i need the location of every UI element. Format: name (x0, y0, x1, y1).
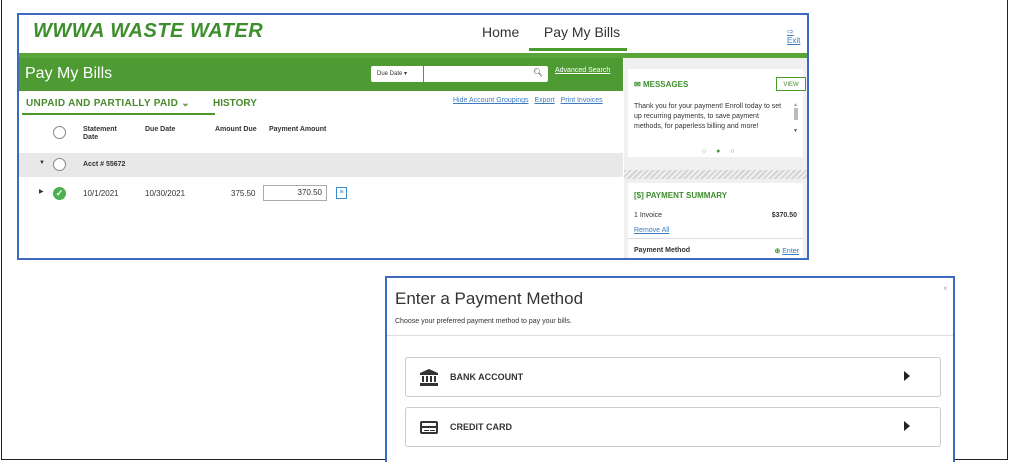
row-statement-date: 10/1/2021 (83, 189, 119, 198)
nav-pay-my-bills[interactable]: Pay My Bills (539, 24, 625, 46)
chevron-right-icon (904, 371, 910, 381)
section-divider (624, 170, 807, 179)
chevron-down-icon: ⌄ (181, 98, 190, 109)
exit-link[interactable]: ⇨ Exit (787, 27, 807, 45)
enter-payment-method-link[interactable]: ⊕ Enter (774, 247, 799, 255)
caret-right-icon[interactable]: ▶ (39, 188, 44, 195)
scroll-thumb[interactable] (794, 108, 798, 120)
print-invoices-link[interactable]: Print Invoices (561, 97, 603, 104)
scroll-down-icon[interactable]: ▼ (793, 128, 798, 134)
message-scrollbar[interactable]: ▲ ▼ (793, 102, 799, 136)
row-amount-due: 375.50 (231, 189, 256, 198)
credit-card-label: CREDIT CARD (450, 422, 512, 432)
credit-card-option[interactable]: CREDIT CARD (405, 407, 941, 447)
close-icon[interactable]: × (943, 284, 948, 293)
bank-account-label: BANK ACCOUNT (450, 372, 524, 382)
table-row: ▶ ✓ 10/1/2021 10/30/2021 375.50 370.50 ≡ (19, 183, 623, 205)
divider (628, 238, 803, 239)
carousel-dots[interactable]: ○ ● ○ (702, 148, 739, 155)
money-icon: [$] (634, 191, 646, 200)
modal-title: Enter a Payment Method (395, 289, 584, 308)
sort-select-value: Due Date (377, 71, 403, 77)
search-input[interactable]: 🔍︎ (424, 66, 548, 82)
messages-title: ✉ MESSAGES (634, 80, 688, 89)
nav-home[interactable]: Home (482, 24, 519, 40)
hide-account-groupings-link[interactable]: Hide Account Groupings (453, 97, 529, 104)
tab-active-indicator (22, 113, 215, 115)
top-navbar: WWWA WASTE WATER Home Pay My Bills ⇨ Exi… (19, 15, 807, 53)
bank-icon (420, 369, 438, 386)
col-amount-due: Amount Due (215, 126, 257, 133)
payment-summary-card: [$] PAYMENT SUMMARY 1 Invoice $370.50 Re… (628, 183, 803, 258)
envelope-icon: ✉ (634, 80, 643, 89)
table-actions: Hide Account Groupings Export Print Invo… (449, 97, 603, 104)
col-statement-date: Statement Date (83, 126, 117, 141)
payment-method-label: Payment Method (634, 247, 691, 254)
account-group-row[interactable]: ▼ Acct # 55672 (19, 153, 623, 177)
advanced-search-link[interactable]: Advanced Search (555, 67, 610, 74)
table-header: Statement Date Due Date Amount Due Payme… (19, 123, 623, 155)
chevron-down-icon: ▾ (404, 71, 408, 77)
message-text: Thank you for your payment! Enroll today… (634, 103, 782, 130)
chevron-right-icon (904, 421, 910, 431)
exit-icon: ⇨ (787, 27, 794, 36)
payment-summary-title-text: PAYMENT SUMMARY (646, 191, 728, 200)
divider (387, 335, 953, 336)
tab-unpaid-label: UNPAID AND PARTIALLY PAID (26, 98, 179, 109)
tab-history[interactable]: HISTORY (213, 98, 257, 109)
exit-label: Exit (787, 36, 801, 45)
account-checkbox[interactable] (53, 158, 66, 171)
export-link[interactable]: Export (534, 97, 554, 104)
check-icon[interactable]: ✓ (53, 187, 66, 200)
payment-method-modal: Enter a Payment Method × Choose your pre… (385, 276, 955, 462)
payment-amount-input[interactable]: 370.50 (263, 185, 327, 201)
view-messages-button[interactable]: VIEW (776, 77, 806, 91)
bank-account-option[interactable]: BANK ACCOUNT (405, 357, 941, 397)
caret-down-icon[interactable]: ▼ (39, 160, 45, 166)
view-invoice-icon[interactable]: ≡ (336, 187, 347, 199)
credit-card-icon (420, 421, 438, 434)
remove-all-link[interactable]: Remove All (634, 227, 669, 234)
account-number: Acct # 55672 (83, 161, 126, 168)
sort-select[interactable]: Due Date ▾ (371, 66, 423, 82)
payment-summary-title: [$] PAYMENT SUMMARY (634, 191, 727, 200)
messages-card: ✉ MESSAGES VIEW Thank you for your payme… (628, 69, 806, 157)
app-logo: WWWA WASTE WATER (33, 20, 263, 43)
col-due-date: Due Date (145, 126, 176, 133)
select-all-checkbox[interactable] (53, 126, 66, 139)
billing-portal-panel: WWWA WASTE WATER Home Pay My Bills ⇨ Exi… (17, 13, 809, 260)
right-sidebar: ✉ MESSAGES VIEW Thank you for your payme… (624, 58, 807, 258)
search-icon[interactable]: 🔍︎ (533, 68, 543, 77)
messages-title-text: MESSAGES (642, 80, 689, 89)
invoice-total: $370.50 (771, 212, 797, 219)
enter-label: Enter (782, 248, 799, 255)
page-title: Pay My Bills (25, 65, 113, 82)
invoice-count: 1 Invoice (634, 212, 663, 219)
bill-tabs: UNPAID AND PARTIALLY PAID ⌄ HISTORY Hide… (19, 91, 623, 115)
modal-subtitle: Choose your preferred payment method to … (395, 318, 572, 325)
tab-unpaid[interactable]: UNPAID AND PARTIALLY PAID ⌄ (26, 98, 190, 109)
nav-active-indicator (529, 48, 627, 51)
logo-text: WWWA WASTE WATER (33, 20, 264, 42)
col-payment-amount: Payment Amount (269, 126, 327, 133)
payment-amount-value: 370.50 (297, 188, 322, 197)
row-due-date: 10/30/2021 (145, 189, 186, 198)
page-header: Pay My Bills Due Date ▾ 🔍︎ Advanced Sear… (19, 58, 623, 91)
